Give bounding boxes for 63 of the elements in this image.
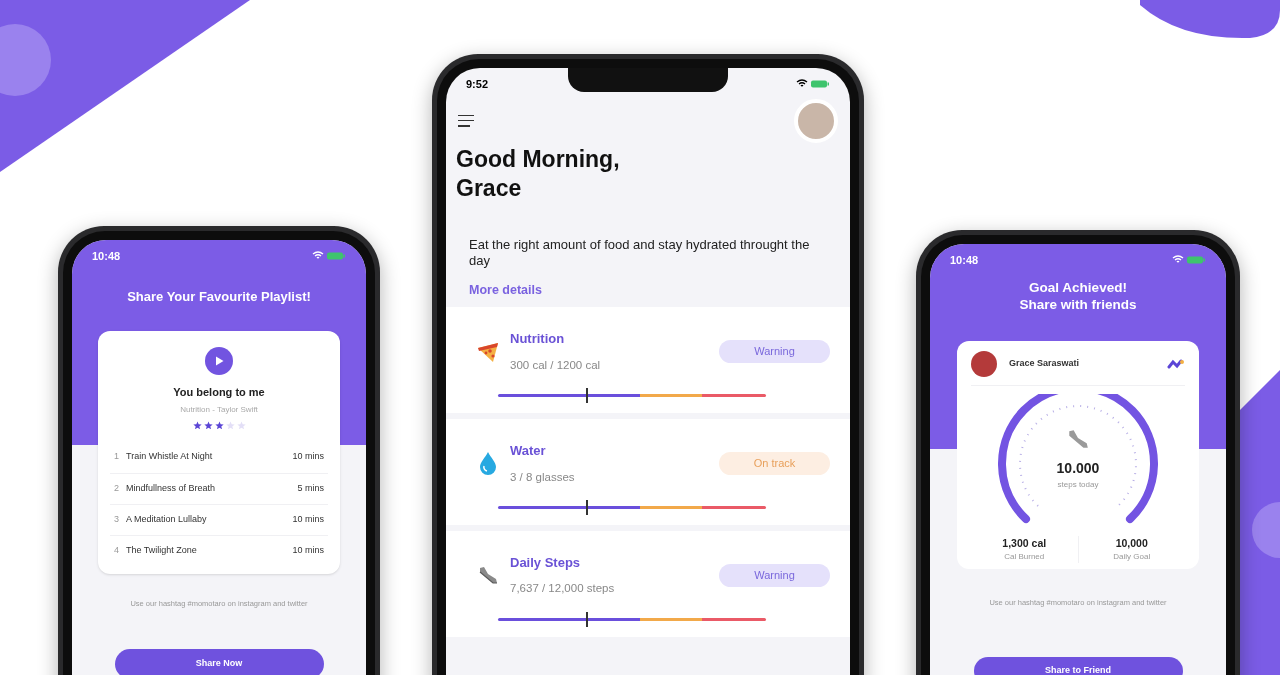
sneaker-icon — [477, 565, 499, 586]
stat-label: Daily Goal — [1113, 551, 1151, 564]
wifi-battery-icon — [796, 79, 830, 90]
track-row[interactable]: 2 Mindfullness of Breath 5 mins — [110, 472, 328, 504]
filled-star-icon — [203, 420, 213, 430]
metric-card[interactable]: Water 3 / 8 glasses On track — [446, 419, 850, 525]
user-avatar — [971, 350, 997, 377]
status-badge: On track — [719, 451, 830, 475]
track-duration: 5 mins — [297, 481, 324, 495]
track-number: 4 — [114, 543, 120, 557]
steps-count: 10.000 — [1056, 458, 1100, 478]
track-duration: 10 mins — [292, 450, 324, 464]
track-number: 3 — [114, 512, 120, 526]
song-subtitle: Nutrition - Taylor Swift — [180, 403, 258, 416]
screen-title: Share with friends — [1019, 295, 1137, 313]
screen-title: Goal Achieved! — [1029, 278, 1127, 296]
description-text: Eat the right amount of food and stay hydrated throught the day — [468, 236, 811, 269]
greeting-heading: Good Morning, Grace — [455, 144, 621, 203]
metric-name: Daily Steps — [510, 553, 582, 572]
sneaker-icon — [1066, 427, 1090, 450]
track-row[interactable]: 4 The Twilight Zone 10 mins — [110, 534, 328, 566]
track-duration: 10 mins — [292, 512, 324, 526]
status-time: 9:52 — [466, 77, 489, 92]
track-name: Mindfullness of Breath — [126, 481, 217, 495]
share-to-friend-button[interactable]: Share to Friend — [973, 656, 1183, 675]
wifi-battery-icon — [1172, 255, 1206, 266]
track-name: Train Whistle At Night — [126, 450, 214, 464]
stat-label: Cal Burned — [1004, 551, 1045, 564]
more-details-link[interactable]: More details — [446, 280, 850, 300]
share-now-button[interactable]: Share Now — [114, 648, 324, 675]
track-number: 1 — [114, 450, 120, 464]
water-drop-icon — [479, 451, 497, 476]
track-row[interactable]: 1 Train Whistle At Night 10 mins — [110, 441, 328, 473]
metric-value: 3 / 8 glasses — [510, 469, 576, 485]
track-duration: 10 mins — [292, 543, 324, 557]
track-name: A Meditation Lullaby — [126, 512, 208, 526]
filled-star-icon — [192, 420, 202, 430]
play-button[interactable] — [205, 347, 233, 375]
metric-name: Water — [510, 442, 547, 460]
song-title: You belong to me — [173, 385, 265, 400]
play-icon — [214, 356, 224, 366]
screen-title: Share Your Favourite Playlist! — [126, 287, 312, 306]
menu-button[interactable] — [458, 113, 476, 128]
track-number: 2 — [114, 481, 120, 495]
metric-name: Nutrition — [510, 330, 566, 349]
wifi-battery-icon — [312, 251, 346, 262]
status-badge: Warning — [719, 340, 830, 364]
metric-card[interactable]: Nutrition 300 cal / 1200 cal Warning — [446, 307, 850, 413]
pizza-slice-icon — [476, 340, 500, 363]
track-name: The Twilight Zone — [126, 543, 198, 557]
metric-card[interactable]: Daily Steps 7,637 / 12,000 steps Warning — [446, 530, 850, 637]
app-logo-icon — [1167, 358, 1185, 369]
steps-caption: steps today — [1057, 478, 1099, 491]
track-row[interactable]: 3 A Meditation Lullaby 10 mins — [110, 503, 328, 535]
metric-value: 7,637 / 12,000 steps — [510, 581, 616, 597]
status-time: 10:48 — [92, 249, 121, 264]
status-time: 10:48 — [950, 253, 979, 268]
user-name: Grace Saraswati — [1009, 356, 1081, 370]
metric-value: 300 cal / 1200 cal — [510, 357, 602, 373]
status-badge: Warning — [719, 563, 830, 587]
filled-star-icon — [214, 420, 224, 430]
stat-value: 1,300 cal — [1002, 535, 1047, 551]
stat-value: 10,000 — [1115, 535, 1148, 551]
